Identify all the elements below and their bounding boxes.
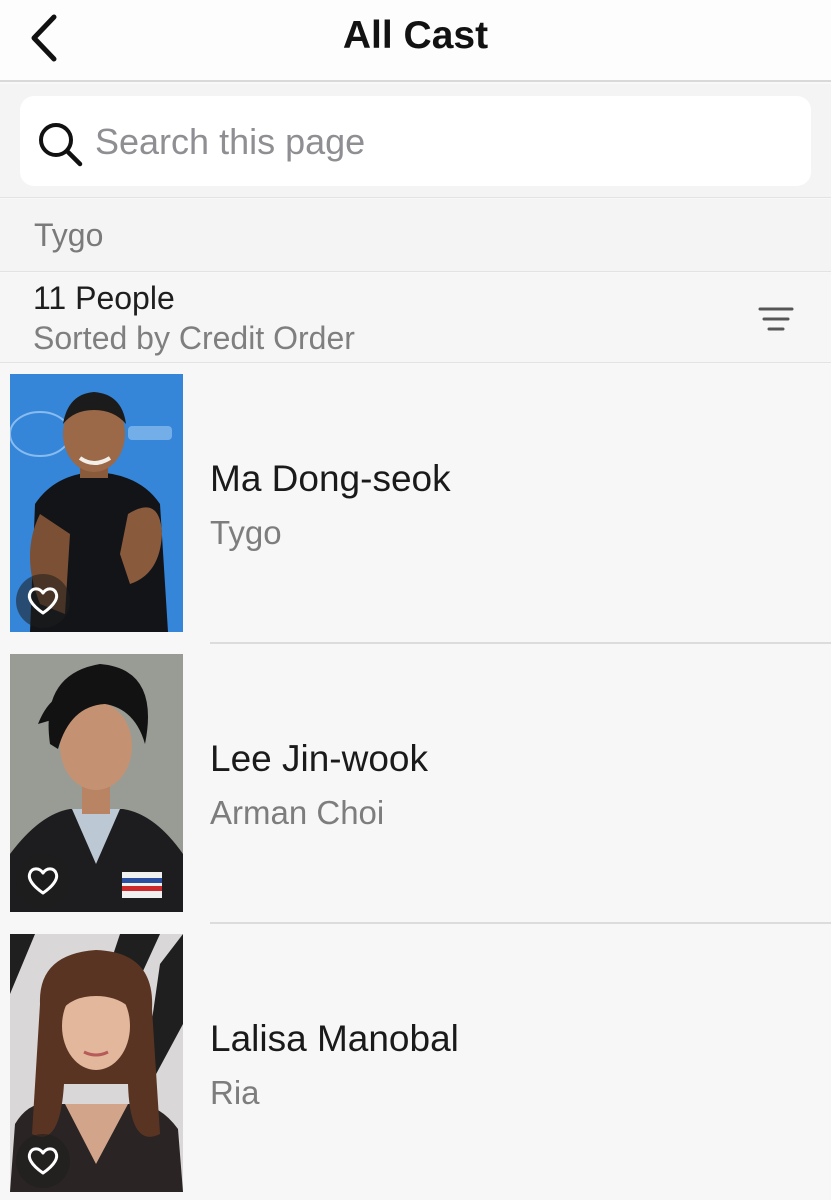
favorite-button[interactable] xyxy=(16,854,70,908)
cast-summary: 11 People Sorted by Credit Order xyxy=(0,273,831,363)
character-name: Tygo xyxy=(210,514,282,551)
actor-photo xyxy=(10,654,183,912)
search-container xyxy=(0,84,831,198)
actor-name: Lee Jin-wook xyxy=(210,738,429,779)
page-title: All Cast xyxy=(342,14,489,57)
sort-order-label: Sorted by Credit Order xyxy=(33,320,355,356)
sort-lines-icon xyxy=(758,307,794,331)
section-header: Tygo xyxy=(0,199,831,272)
actor-photo xyxy=(10,934,183,1192)
heart-outline-icon xyxy=(27,867,59,895)
cast-row[interactable]: Lalisa Manobal Ria xyxy=(0,924,831,1200)
search-icon xyxy=(39,123,83,167)
cast-row[interactable]: Ma Dong-seok Tygo xyxy=(0,364,831,644)
section-title: Tygo xyxy=(34,217,104,253)
cast-row[interactable]: Lee Jin-wook Arman Choi xyxy=(0,644,831,924)
heart-outline-icon xyxy=(27,587,59,615)
actor-name: Lalisa Manobal xyxy=(210,1018,459,1059)
sort-button[interactable] xyxy=(750,299,802,339)
favorite-button[interactable] xyxy=(16,574,70,628)
heart-outline-icon xyxy=(27,1147,59,1175)
character-name: Arman Choi xyxy=(210,794,385,831)
navigation-bar: All Cast xyxy=(0,0,831,82)
actor-name: Ma Dong-seok xyxy=(210,458,451,499)
favorite-button[interactable] xyxy=(16,1134,70,1188)
search-bar[interactable] xyxy=(20,96,811,186)
character-name: Ria xyxy=(210,1074,260,1111)
people-count: 11 People xyxy=(33,280,175,316)
actor-photo xyxy=(10,374,183,632)
search-input[interactable] xyxy=(95,118,785,166)
